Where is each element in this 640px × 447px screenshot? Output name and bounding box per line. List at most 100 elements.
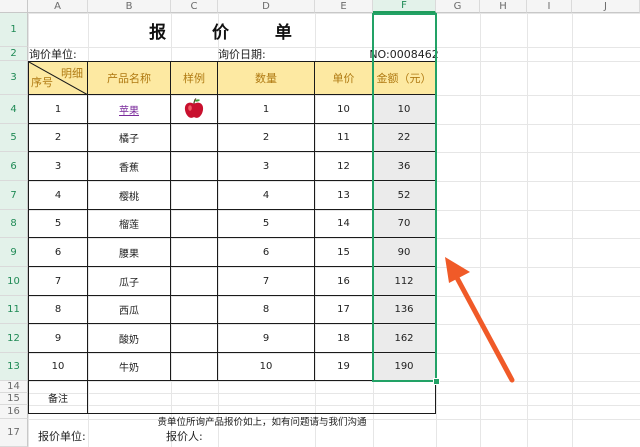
product-name-cell[interactable]: 腰果 bbox=[88, 238, 171, 267]
quantity-cell[interactable]: 1 bbox=[218, 95, 315, 124]
column-header-j[interactable]: J bbox=[572, 0, 640, 13]
sample-cell[interactable] bbox=[171, 210, 218, 238]
column-header-d[interactable]: D bbox=[218, 0, 315, 13]
amount-cell[interactable]: 52 bbox=[373, 181, 436, 210]
product-name-cell[interactable]: 苹果 bbox=[88, 95, 171, 124]
amount-cell[interactable]: 162 bbox=[373, 324, 436, 353]
row-header-4[interactable]: 4 bbox=[0, 95, 28, 124]
row-header-14[interactable]: 14 bbox=[0, 381, 28, 393]
sample-cell[interactable] bbox=[171, 324, 218, 353]
quantity-cell[interactable]: 3 bbox=[218, 152, 315, 181]
amount-cell[interactable]: 112 bbox=[373, 267, 436, 296]
amount-cell[interactable]: 90 bbox=[373, 238, 436, 267]
product-name-cell[interactable]: 牛奶 bbox=[88, 353, 171, 381]
header-sample[interactable]: 样例 bbox=[171, 61, 218, 95]
fill-handle[interactable] bbox=[433, 378, 440, 385]
column-header-c[interactable]: C bbox=[171, 0, 218, 13]
amount-cell[interactable]: 190 bbox=[373, 353, 436, 381]
row-header-13[interactable]: 13 bbox=[0, 353, 28, 381]
seq-cell[interactable]: 6 bbox=[28, 238, 88, 267]
column-header-i[interactable]: I bbox=[527, 0, 572, 13]
footer-note[interactable]: 贵单位所询产品报价如上，如有问题请与我们沟通 bbox=[88, 414, 436, 428]
spreadsheet[interactable]: ABCDEFGHIJ 1 2 3 4 5 6 7 8 9 10 11 12 13 14 15 16 17 报 价… bbox=[0, 0, 640, 447]
column-header-e[interactable]: E bbox=[315, 0, 373, 13]
seq-cell[interactable]: 8 bbox=[28, 296, 88, 324]
row-header-9[interactable]: 9 bbox=[0, 238, 28, 267]
seq-cell[interactable]: 9 bbox=[28, 324, 88, 353]
sample-cell[interactable] bbox=[171, 124, 218, 152]
amount-cell[interactable]: 36 bbox=[373, 152, 436, 181]
row-header-5[interactable]: 5 bbox=[0, 124, 28, 152]
quantity-cell[interactable]: 6 bbox=[218, 238, 315, 267]
row-header-6[interactable]: 6 bbox=[0, 152, 28, 181]
row-header-3[interactable]: 3 bbox=[0, 61, 28, 95]
quantity-cell[interactable]: 10 bbox=[218, 353, 315, 381]
amount-cell[interactable]: 10 bbox=[373, 95, 436, 124]
seq-cell[interactable]: 3 bbox=[28, 152, 88, 181]
seq-cell[interactable]: 1 bbox=[28, 95, 88, 124]
product-name-cell[interactable]: 橘子 bbox=[88, 124, 171, 152]
sample-cell[interactable] bbox=[171, 152, 218, 181]
amount-cell[interactable]: 22 bbox=[373, 124, 436, 152]
seq-cell[interactable]: 10 bbox=[28, 353, 88, 381]
row-header-10[interactable]: 10 bbox=[0, 267, 28, 296]
unit-price-cell[interactable]: 14 bbox=[315, 210, 373, 238]
row-header-1[interactable]: 1 bbox=[0, 13, 28, 47]
unit-price-cell[interactable]: 17 bbox=[315, 296, 373, 324]
sample-cell[interactable] bbox=[171, 267, 218, 296]
product-name-cell[interactable]: 西瓜 bbox=[88, 296, 171, 324]
unit-price-cell[interactable]: 10 bbox=[315, 95, 373, 124]
sample-cell[interactable] bbox=[171, 181, 218, 210]
quantity-cell[interactable]: 9 bbox=[218, 324, 315, 353]
seq-cell[interactable]: 5 bbox=[28, 210, 88, 238]
product-name-cell[interactable]: 樱桃 bbox=[88, 181, 171, 210]
row-header-15[interactable]: 15 bbox=[0, 393, 28, 405]
unit-price-cell[interactable]: 16 bbox=[315, 267, 373, 296]
quote-number[interactable]: NO:0008462 bbox=[369, 47, 438, 61]
product-name-cell[interactable]: 瓜子 bbox=[88, 267, 171, 296]
remarks-cell[interactable] bbox=[88, 381, 436, 414]
quantity-cell[interactable]: 8 bbox=[218, 296, 315, 324]
row-header-12[interactable]: 12 bbox=[0, 324, 28, 353]
quoter-label[interactable]: 报价人: bbox=[166, 429, 246, 443]
product-name-cell[interactable]: 酸奶 bbox=[88, 324, 171, 353]
column-header-a[interactable]: A bbox=[28, 0, 88, 13]
row-header-17[interactable]: 17 bbox=[0, 419, 28, 447]
quantity-cell[interactable]: 4 bbox=[218, 181, 315, 210]
amount-cell[interactable]: 136 bbox=[373, 296, 436, 324]
seq-cell[interactable]: 2 bbox=[28, 124, 88, 152]
product-name-cell[interactable]: 香蕉 bbox=[88, 152, 171, 181]
quantity-cell[interactable]: 2 bbox=[218, 124, 315, 152]
inquiry-date-label[interactable]: 询价日期: bbox=[218, 47, 318, 61]
header-product-name[interactable]: 产品名称 bbox=[88, 61, 171, 95]
header-unit-price[interactable]: 单价 bbox=[315, 61, 373, 95]
unit-price-cell[interactable]: 13 bbox=[315, 181, 373, 210]
header-quantity[interactable]: 数量 bbox=[218, 61, 315, 95]
unit-price-cell[interactable]: 18 bbox=[315, 324, 373, 353]
unit-price-cell[interactable]: 12 bbox=[315, 152, 373, 181]
column-header-f[interactable]: F bbox=[373, 0, 436, 13]
row-header-11[interactable]: 11 bbox=[0, 296, 28, 324]
quantity-cell[interactable]: 5 bbox=[218, 210, 315, 238]
unit-price-cell[interactable]: 19 bbox=[315, 353, 373, 381]
sample-cell[interactable] bbox=[171, 95, 218, 124]
sample-cell[interactable] bbox=[171, 296, 218, 324]
column-header-h[interactable]: H bbox=[480, 0, 527, 13]
inquiry-unit-label[interactable]: 询价单位: bbox=[29, 47, 129, 61]
quantity-cell[interactable]: 7 bbox=[218, 267, 315, 296]
unit-price-cell[interactable]: 11 bbox=[315, 124, 373, 152]
column-header-g[interactable]: G bbox=[436, 0, 480, 13]
row-header-2[interactable]: 2 bbox=[0, 47, 28, 61]
sheet-title[interactable]: 报 价 单 bbox=[88, 14, 373, 46]
remarks-label[interactable]: 备注 bbox=[28, 381, 88, 414]
row-header-16[interactable]: 16 bbox=[0, 405, 28, 419]
row-header-7[interactable]: 7 bbox=[0, 181, 28, 210]
select-all-corner[interactable] bbox=[0, 0, 28, 13]
row-header-8[interactable]: 8 bbox=[0, 210, 28, 238]
seq-cell[interactable]: 4 bbox=[28, 181, 88, 210]
column-header-b[interactable]: B bbox=[88, 0, 171, 13]
quote-unit-label[interactable]: 报价单位: bbox=[38, 429, 118, 443]
product-name-cell[interactable]: 榴莲 bbox=[88, 210, 171, 238]
header-amount[interactable]: 金额（元） bbox=[373, 61, 436, 95]
unit-price-cell[interactable]: 15 bbox=[315, 238, 373, 267]
